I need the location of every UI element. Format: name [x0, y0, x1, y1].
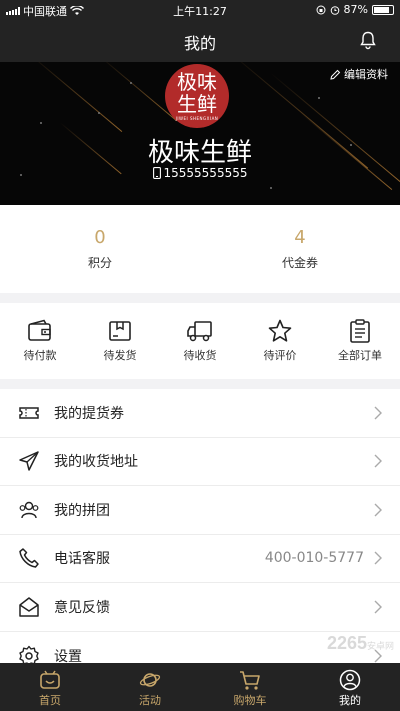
chevron-right-icon: [374, 503, 382, 517]
group-icon: [19, 501, 39, 518]
status-bar: 中国联通 上午11:27 87%: [0, 0, 400, 20]
user-icon: [339, 669, 361, 691]
battery-percent: 87%: [343, 3, 368, 16]
shop-logo: 极味 生鲜 JIWEI SHENGXIAN: [165, 64, 229, 128]
points-value: 0: [94, 227, 106, 248]
chevron-right-icon: [374, 454, 382, 468]
phone-number: 15555555555: [0, 166, 400, 180]
service-phone-number: 400-010-5777: [264, 550, 364, 567]
chevron-right-icon: [374, 551, 382, 565]
order-pending-payment[interactable]: 待付款: [0, 303, 80, 379]
page-title: 我的: [183, 34, 216, 53]
edit-icon: [330, 69, 341, 80]
order-pending-review[interactable]: 待评价: [240, 303, 320, 379]
mail-icon: [19, 597, 39, 617]
cart-icon: [240, 671, 260, 690]
banner-star: [318, 97, 320, 99]
banner-star: [40, 122, 42, 124]
mobile-icon: [152, 167, 161, 179]
tab-mine[interactable]: 我的: [300, 663, 400, 711]
header: 中国联通 上午11:27 87% 我的: [0, 0, 400, 62]
vouchers-label: 代金券: [281, 256, 318, 270]
gear-icon: [19, 645, 39, 663]
order-shortcuts: 待付款 待发货 待收货 待评价 全部订单: [0, 303, 400, 379]
tab-home[interactable]: 首页: [0, 663, 100, 711]
ticket-icon: [19, 407, 39, 419]
banner-star: [270, 187, 272, 189]
menu-customer-service[interactable]: 电话客服 400-010-5777: [0, 535, 400, 583]
menu-pickup-vouchers[interactable]: 我的提货券: [0, 389, 400, 438]
phone-icon: [19, 548, 39, 568]
chevron-right-icon: [374, 600, 382, 614]
edit-profile-label: 编辑资料: [344, 68, 388, 81]
box-icon: [109, 321, 131, 341]
stat-vouchers[interactable]: 4 代金券: [200, 205, 400, 293]
vouchers-value: 4: [294, 227, 306, 248]
truck-icon: [187, 321, 212, 342]
wallet-icon: [28, 319, 51, 341]
send-icon: [19, 451, 39, 471]
menu-addresses[interactable]: 我的收货地址: [0, 438, 400, 486]
edit-profile-button[interactable]: 编辑资料: [330, 66, 388, 82]
account-stats: 0 积分 4 代金券: [0, 205, 400, 293]
menu-group-buy[interactable]: 我的拼团: [0, 486, 400, 535]
order-pending-receipt[interactable]: 待收货: [160, 303, 240, 379]
tab-bar: 首页 活动 购物车 我的: [0, 663, 400, 711]
watermark: 2265安卓网: [326, 633, 394, 653]
menu-feedback[interactable]: 意见反馈: [0, 583, 400, 632]
banner-star: [98, 112, 100, 114]
planet-icon: [139, 673, 161, 687]
star-icon: [268, 319, 292, 342]
stat-points[interactable]: 0 积分: [0, 205, 200, 293]
battery-icon: [372, 4, 394, 15]
points-label: 积分: [87, 256, 112, 270]
tab-activities[interactable]: 活动: [100, 663, 200, 711]
banner-streak: [29, 62, 123, 133]
alarm-icon: [330, 5, 339, 15]
order-pending-shipment[interactable]: 待发货: [80, 303, 160, 379]
tab-cart[interactable]: 购物车: [200, 663, 300, 711]
home-icon: [40, 670, 60, 689]
profile-banner: 极味 生鲜 JIWEI SHENGXIAN 编辑资料 极味生鲜 15555555…: [0, 62, 400, 205]
chevron-right-icon: [374, 406, 382, 420]
rotation-lock-icon: [316, 5, 326, 14]
shop-name: 极味生鲜: [147, 138, 252, 168]
order-all[interactable]: 全部订单: [320, 303, 400, 379]
bell-icon[interactable]: [358, 30, 378, 50]
clipboard-icon: [350, 319, 370, 343]
banner-star: [130, 82, 132, 84]
menu-list: 我的提货券 我的收货地址 我的拼团 电话客服 400-010-5777 意见反馈…: [0, 389, 400, 663]
